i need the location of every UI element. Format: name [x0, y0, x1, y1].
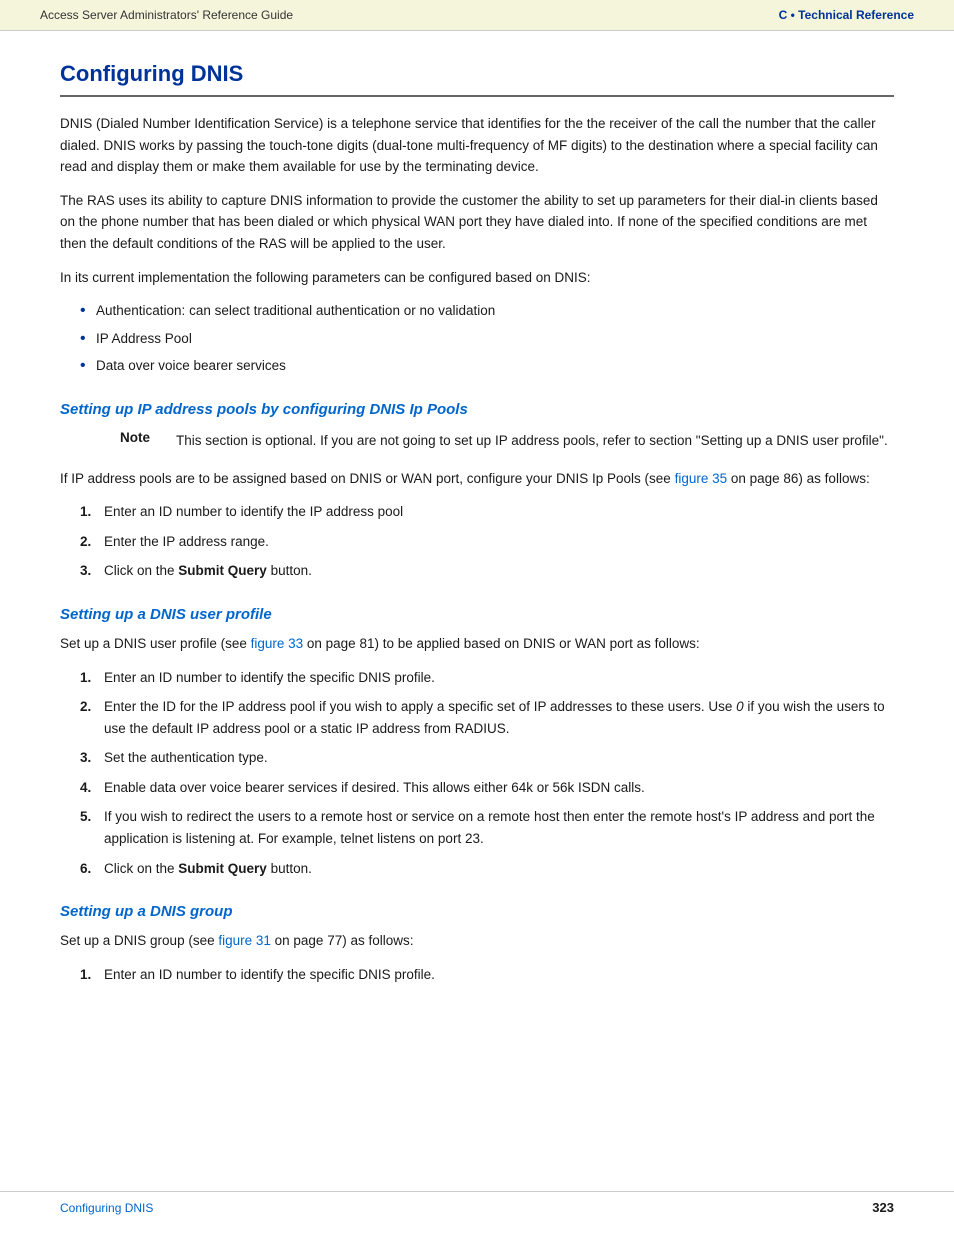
step-1: 1. Enter an ID number to identify the IP…: [80, 501, 894, 523]
dnis-profile-steps: 1. Enter an ID number to identify the sp…: [80, 667, 894, 880]
ip-pools-intro: If IP address pools are to be assigned b…: [60, 468, 894, 490]
title-rule: [60, 95, 894, 97]
header-title: Technical Reference: [798, 8, 914, 22]
subsection-title-dnis-profile: Setting up a DNIS user profile: [60, 606, 894, 623]
figure-31-link[interactable]: figure 31: [218, 933, 271, 948]
dnis-profile-intro: Set up a DNIS user profile (see figure 3…: [60, 633, 894, 655]
intro-paragraph-1: DNIS (Dialed Number Identification Servi…: [60, 113, 894, 178]
profile-step-1: 1. Enter an ID number to identify the sp…: [80, 667, 894, 689]
dnis-group-intro: Set up a DNIS group (see figure 31 on pa…: [60, 930, 894, 952]
footer: Configuring DNIS 323: [0, 1191, 954, 1215]
note-label: Note: [120, 430, 160, 445]
bullet-item-2: IP Address Pool: [80, 328, 894, 350]
profile-step-4: 4. Enable data over voice bearer service…: [80, 777, 894, 799]
header-bar: Access Server Administrators' Reference …: [0, 0, 954, 31]
main-content: Configuring DNIS DNIS (Dialed Number Ide…: [0, 31, 954, 1037]
bullet-item-1: Authentication: can select traditional a…: [80, 300, 894, 322]
dnis-group-steps: 1. Enter an ID number to identify the sp…: [80, 964, 894, 986]
profile-step-3: 3. Set the authentication type.: [80, 747, 894, 769]
note-text: This section is optional. If you are not…: [176, 430, 888, 452]
bullet-item-3: Data over voice bearer services: [80, 355, 894, 377]
footer-left: Configuring DNIS: [60, 1201, 153, 1215]
intro-paragraph-2: The RAS uses its ability to capture DNIS…: [60, 190, 894, 255]
profile-step-5: 5. If you wish to redirect the users to …: [80, 806, 894, 849]
header-left-text: Access Server Administrators' Reference …: [40, 8, 293, 22]
subsection-title-ip-pools: Setting up IP address pools by configuri…: [60, 401, 894, 418]
group-step-1: 1. Enter an ID number to identify the sp…: [80, 964, 894, 986]
footer-right: 323: [872, 1200, 894, 1215]
profile-step-2: 2. Enter the ID for the IP address pool …: [80, 696, 894, 739]
ip-pools-steps: 1. Enter an ID number to identify the IP…: [80, 501, 894, 582]
page: Access Server Administrators' Reference …: [0, 0, 954, 1235]
section-title: Configuring DNIS: [60, 61, 894, 87]
feature-bullet-list: Authentication: can select traditional a…: [80, 300, 894, 377]
header-right-text: C • Technical Reference: [779, 8, 914, 22]
step-3: 3. Click on the Submit Query button.: [80, 560, 894, 582]
step-2: 2. Enter the IP address range.: [80, 531, 894, 553]
note-box: Note This section is optional. If you ar…: [120, 430, 894, 452]
intro-paragraph-3: In its current implementation the follow…: [60, 267, 894, 289]
header-prefix: C •: [779, 8, 799, 22]
figure-35-link[interactable]: figure 35: [675, 471, 728, 486]
figure-33-link[interactable]: figure 33: [251, 636, 304, 651]
profile-step-6: 6. Click on the Submit Query button.: [80, 858, 894, 880]
subsection-title-dnis-group: Setting up a DNIS group: [60, 903, 894, 920]
